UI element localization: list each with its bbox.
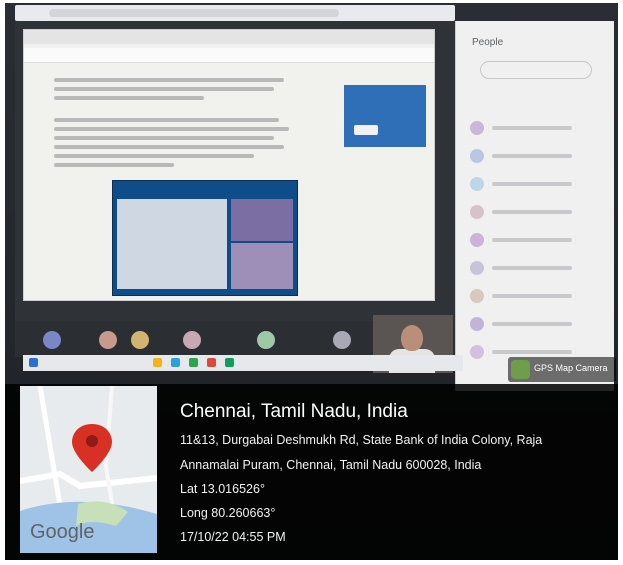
address-bar bbox=[49, 9, 339, 17]
participant-name-line bbox=[492, 294, 572, 298]
avatar bbox=[470, 345, 484, 359]
participant-row bbox=[470, 177, 600, 195]
participant-row bbox=[470, 205, 600, 223]
participant-name-line bbox=[492, 238, 572, 242]
text-line bbox=[54, 118, 279, 122]
taskbar-app-icon bbox=[171, 358, 180, 367]
badge-label: GPS Map Camera bbox=[534, 363, 608, 373]
participant-row bbox=[470, 149, 600, 167]
video-side-frame bbox=[231, 243, 293, 289]
browser-toolbar bbox=[15, 5, 455, 21]
windows-icon bbox=[29, 358, 38, 367]
avatar bbox=[257, 331, 275, 349]
taskbar-app-icon bbox=[207, 358, 216, 367]
shared-window-nav bbox=[24, 48, 434, 63]
text-line bbox=[54, 87, 274, 91]
longitude: Long 80.260663° bbox=[180, 506, 276, 520]
participant-name-line bbox=[492, 350, 572, 354]
photo: People GPS Map Camera Google Chennai, Ta… bbox=[5, 3, 618, 560]
ad-button bbox=[354, 125, 378, 135]
text-line bbox=[54, 145, 284, 149]
people-panel-title: People bbox=[472, 37, 504, 48]
gps-map-camera-badge: GPS Map Camera bbox=[508, 357, 616, 382]
camera-person-face bbox=[401, 325, 423, 351]
timestamp: 17/10/22 04:55 PM bbox=[180, 530, 286, 544]
text-line bbox=[54, 127, 289, 131]
address-line-1: 11&13, Durgabai Deshmukh Rd, State Bank … bbox=[180, 433, 543, 447]
text-line bbox=[54, 78, 284, 82]
participant-row bbox=[470, 233, 600, 251]
avatar bbox=[183, 331, 201, 349]
participant-name-line bbox=[492, 266, 572, 270]
text-line bbox=[54, 163, 174, 167]
participant-name-line bbox=[492, 322, 572, 326]
avatar bbox=[470, 289, 484, 303]
shared-screen bbox=[23, 29, 435, 301]
text-line bbox=[54, 136, 274, 140]
people-panel: People bbox=[455, 21, 614, 391]
avatar bbox=[470, 261, 484, 275]
avatar bbox=[333, 331, 351, 349]
avatar bbox=[470, 149, 484, 163]
avatar bbox=[470, 121, 484, 135]
google-logo: Google bbox=[30, 521, 95, 543]
video-speaker-frame bbox=[117, 199, 227, 289]
avatar bbox=[470, 233, 484, 247]
avatar bbox=[131, 331, 149, 349]
ad-banner bbox=[344, 85, 426, 147]
avatar bbox=[470, 317, 484, 331]
gps-map-camera-logo bbox=[511, 360, 530, 379]
taskbar-app-icon bbox=[225, 358, 234, 367]
participant-name-line bbox=[492, 182, 572, 186]
avatar bbox=[43, 331, 61, 349]
participant-name-line bbox=[492, 154, 572, 158]
taskbar-app-icon bbox=[153, 358, 162, 367]
video-thumbnail bbox=[112, 180, 298, 296]
participant-name-line bbox=[492, 126, 572, 130]
share-invite-button bbox=[480, 61, 592, 79]
avatar bbox=[470, 205, 484, 219]
video-side-frame bbox=[231, 199, 293, 241]
address-line-2: Annamalai Puram, Chennai, Tamil Nadu 600… bbox=[180, 458, 482, 472]
taskbar-app-icon bbox=[189, 358, 198, 367]
text-line bbox=[54, 96, 204, 100]
avatar bbox=[470, 177, 484, 191]
avatar bbox=[99, 331, 117, 349]
participant-row bbox=[470, 261, 600, 279]
latitude: Lat 13.016526° bbox=[180, 482, 265, 496]
shared-window-titlebar bbox=[24, 30, 434, 44]
participant-name-line bbox=[492, 210, 572, 214]
participant-row bbox=[470, 289, 600, 307]
map-thumbnail: Google bbox=[20, 386, 157, 553]
participant-row bbox=[470, 121, 600, 139]
location-city: Chennai, Tamil Nadu, India bbox=[180, 401, 408, 422]
taskbar bbox=[23, 355, 463, 371]
text-line bbox=[54, 154, 254, 158]
participant-row bbox=[470, 317, 600, 335]
